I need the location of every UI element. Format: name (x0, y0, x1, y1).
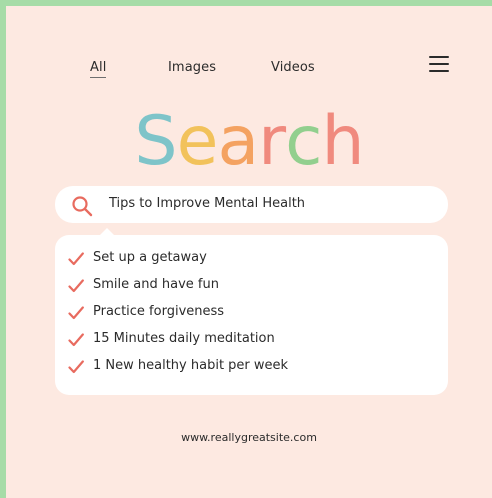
logo-letter: h (321, 102, 364, 181)
logo-letter: S (134, 102, 177, 181)
tab-videos[interactable]: Videos (271, 60, 315, 75)
search-logo: Search (6, 102, 492, 182)
logo-letter: a (217, 102, 259, 181)
list-item-label: Practice forgiveness (93, 304, 225, 319)
search-results-list: Set up a getaway Smile and have fun Prac… (55, 228, 448, 395)
list-item-label: 1 New healthy habit per week (93, 358, 289, 373)
list-item-label: Set up a getaway (93, 250, 207, 265)
logo-letter: e (176, 102, 219, 181)
search-query[interactable]: Tips to Improve Mental Health (109, 196, 305, 211)
search-page: All Images Videos Search Tips to Improve… (6, 6, 492, 498)
logo-letter: r (258, 102, 286, 181)
nav-bar: All Images Videos (6, 60, 492, 82)
checkmark-icon (68, 360, 84, 374)
logo-letter: c (285, 102, 322, 181)
checkmark-icon (68, 333, 84, 347)
search-icon[interactable] (71, 195, 93, 217)
tab-all[interactable]: All (90, 60, 107, 78)
checkmark-icon (68, 252, 84, 266)
tab-images[interactable]: Images (168, 60, 216, 75)
hamburger-menu-icon[interactable] (429, 55, 449, 73)
checkmark-icon (68, 279, 84, 293)
results-pointer (99, 228, 115, 236)
list-item-label: Smile and have fun (93, 277, 219, 292)
search-input[interactable]: Tips to Improve Mental Health (55, 186, 448, 223)
checkmark-icon (68, 306, 84, 320)
list-item-label: 15 Minutes daily meditation (93, 331, 275, 346)
site-url[interactable]: www.reallygreatsite.com (6, 431, 492, 444)
